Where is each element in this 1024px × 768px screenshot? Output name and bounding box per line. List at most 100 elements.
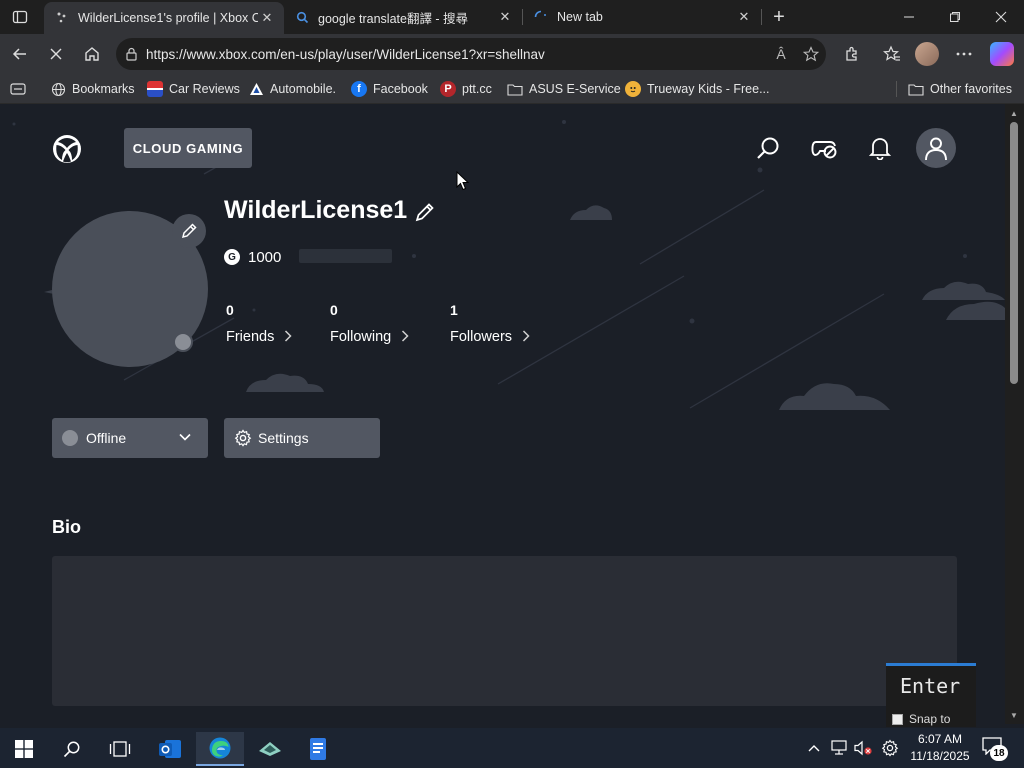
edit-avatar-button[interactable] xyxy=(172,214,206,248)
bookmark-trueway-kids[interactable]: Trueway Kids - Free... xyxy=(625,80,770,98)
search-icon[interactable] xyxy=(52,732,92,766)
bookmark-facebook[interactable]: f Facebook xyxy=(351,80,428,98)
volume-muted-icon[interactable] xyxy=(853,738,873,758)
snap-to-checkbox[interactable]: Snap to xyxy=(892,712,950,726)
edit-gamertag-pencil-icon[interactable] xyxy=(414,201,438,225)
enter-key-widget[interactable]: Enter Snap to xyxy=(886,663,976,727)
tab-actions-icon[interactable] xyxy=(0,0,40,34)
bookmark-other-favorites[interactable]: Other favorites xyxy=(908,80,1012,98)
placeholder-bar xyxy=(299,249,392,263)
edge-browser-icon[interactable] xyxy=(196,732,244,766)
xbox-logo-icon[interactable] xyxy=(52,134,82,164)
globe-icon xyxy=(50,81,66,97)
restore-icon[interactable] xyxy=(932,0,978,34)
outlook-icon[interactable] xyxy=(150,732,190,766)
presence-indicator xyxy=(173,332,193,352)
tiger-icon xyxy=(625,81,641,97)
extensions-icon[interactable] xyxy=(838,40,866,68)
address-bar[interactable]: https://www.xbox.com/en-us/play/user/Wil… xyxy=(116,38,826,70)
scrollbar-thumb[interactable] xyxy=(1010,122,1018,384)
friends-count: 0 xyxy=(226,302,234,318)
chevron-down-icon xyxy=(179,433,191,441)
enter-key-label: Enter xyxy=(900,674,961,698)
close-icon[interactable]: ✕ xyxy=(735,8,753,26)
page-scrollbar[interactable]: ▲ ▼ xyxy=(1005,104,1024,724)
pencil-icon xyxy=(181,223,197,239)
loading-icon xyxy=(533,9,549,25)
search-icon xyxy=(294,9,310,25)
folder-icon xyxy=(507,81,523,97)
system-clock[interactable]: 6:07 AM 11/18/2025 xyxy=(908,731,972,765)
browser-profile-avatar[interactable] xyxy=(915,42,939,66)
network-icon[interactable] xyxy=(829,738,849,758)
clock-time: 6:07 AM xyxy=(917,732,963,746)
home-icon[interactable] xyxy=(78,40,106,68)
gear-icon xyxy=(234,429,252,447)
mouse-cursor-icon xyxy=(456,171,470,191)
browser-toolbar: https://www.xbox.com/en-us/play/user/Wil… xyxy=(0,34,1024,74)
reading-view-icon[interactable] xyxy=(10,80,26,98)
bookmark-asus-eservice[interactable]: ASUS E-Service xyxy=(507,80,621,98)
scroll-up-icon[interactable]: ▲ xyxy=(1009,108,1019,118)
tab-title: google translate翻譯 - 搜尋 xyxy=(318,11,469,26)
notification-bell-icon[interactable] xyxy=(864,132,896,164)
friends-label: Friends xyxy=(226,329,275,345)
gamertag-title: WilderLicense1 xyxy=(224,196,408,224)
settings-button[interactable]: Settings xyxy=(224,418,380,458)
bookmarks-divider xyxy=(896,81,897,97)
url-text: https://www.xbox.com/en-us/play/user/Wil… xyxy=(146,46,545,62)
gamerscore-icon: G xyxy=(224,249,240,265)
gear-icon[interactable] xyxy=(880,738,900,758)
search-icon[interactable] xyxy=(752,132,784,164)
chevron-right-icon xyxy=(401,329,409,345)
close-window-icon[interactable] xyxy=(978,0,1024,34)
friends-stat[interactable]: 0 Friends xyxy=(226,302,292,345)
tab-new-tab[interactable]: New tab ✕ xyxy=(523,0,761,34)
controller-off-icon[interactable] xyxy=(808,132,840,164)
close-icon[interactable]: ✕ xyxy=(496,8,514,26)
scroll-down-icon[interactable]: ▼ xyxy=(1009,710,1019,720)
more-options-icon[interactable] xyxy=(950,40,978,68)
bookmark-car-reviews[interactable]: Car Reviews xyxy=(147,80,240,98)
cloud-gaming-button[interactable]: CLOUD GAMING xyxy=(124,128,252,168)
close-icon[interactable]: ✕ xyxy=(258,9,276,27)
followers-stat[interactable]: 1 Followers xyxy=(450,302,530,345)
tab-title: WilderLicense1's profile | Xbox Cl xyxy=(78,11,258,25)
tab-google-translate[interactable]: google translate翻譯 - 搜尋 ✕ xyxy=(284,0,522,34)
flag-icon xyxy=(147,81,163,97)
favorites-icon[interactable] xyxy=(878,40,906,68)
lock-icon[interactable] xyxy=(116,47,146,61)
facebook-icon: f xyxy=(351,81,367,97)
back-icon[interactable] xyxy=(6,40,34,68)
checkbox-box[interactable] xyxy=(892,713,903,725)
windows-start-icon[interactable] xyxy=(4,732,44,766)
bookmark-automobile[interactable]: Automobile. xyxy=(248,80,336,98)
copilot-icon[interactable] xyxy=(990,42,1014,66)
app-icon[interactable] xyxy=(250,732,290,766)
chevron-right-icon xyxy=(284,329,292,345)
read-aloud-icon[interactable]: Â xyxy=(766,46,796,62)
gamerscore: G 1000 xyxy=(224,247,281,267)
xbox-profile-page: CLOUD GAMING WilderLicense1 G 1000 0 Fri… xyxy=(4,104,1005,724)
task-view-icon[interactable] xyxy=(100,732,140,766)
tab-title: New tab xyxy=(557,10,603,24)
online-status-dropdown[interactable]: Offline xyxy=(52,418,208,458)
document-app-icon[interactable] xyxy=(298,732,338,766)
minimize-icon[interactable] xyxy=(886,0,932,34)
tab-xbox-profile[interactable]: WilderLicense1's profile | Xbox Cl ✕ xyxy=(44,2,284,34)
windows-taskbar: 6:07 AM 11/18/2025 18 xyxy=(0,728,1024,768)
following-stat[interactable]: 0 Following xyxy=(330,302,409,345)
favorite-star-icon[interactable] xyxy=(796,46,826,62)
stop-loading-icon[interactable] xyxy=(42,40,70,68)
bookmark-bookmarks[interactable]: Bookmarks xyxy=(50,80,135,98)
bio-heading: Bio xyxy=(52,517,81,537)
new-tab-button[interactable]: + xyxy=(762,0,796,34)
notification-center-icon[interactable]: 18 xyxy=(982,737,1008,761)
show-hidden-icons-chevron-up-icon[interactable] xyxy=(804,738,824,758)
account-profile-icon[interactable] xyxy=(916,128,956,168)
gamerscore-value: 1000 xyxy=(248,248,282,266)
followers-label: Followers xyxy=(450,329,513,345)
status-label: Offline xyxy=(86,430,127,446)
bookmark-ptt[interactable]: P ptt.cc xyxy=(440,80,492,98)
status-dot xyxy=(62,430,78,446)
